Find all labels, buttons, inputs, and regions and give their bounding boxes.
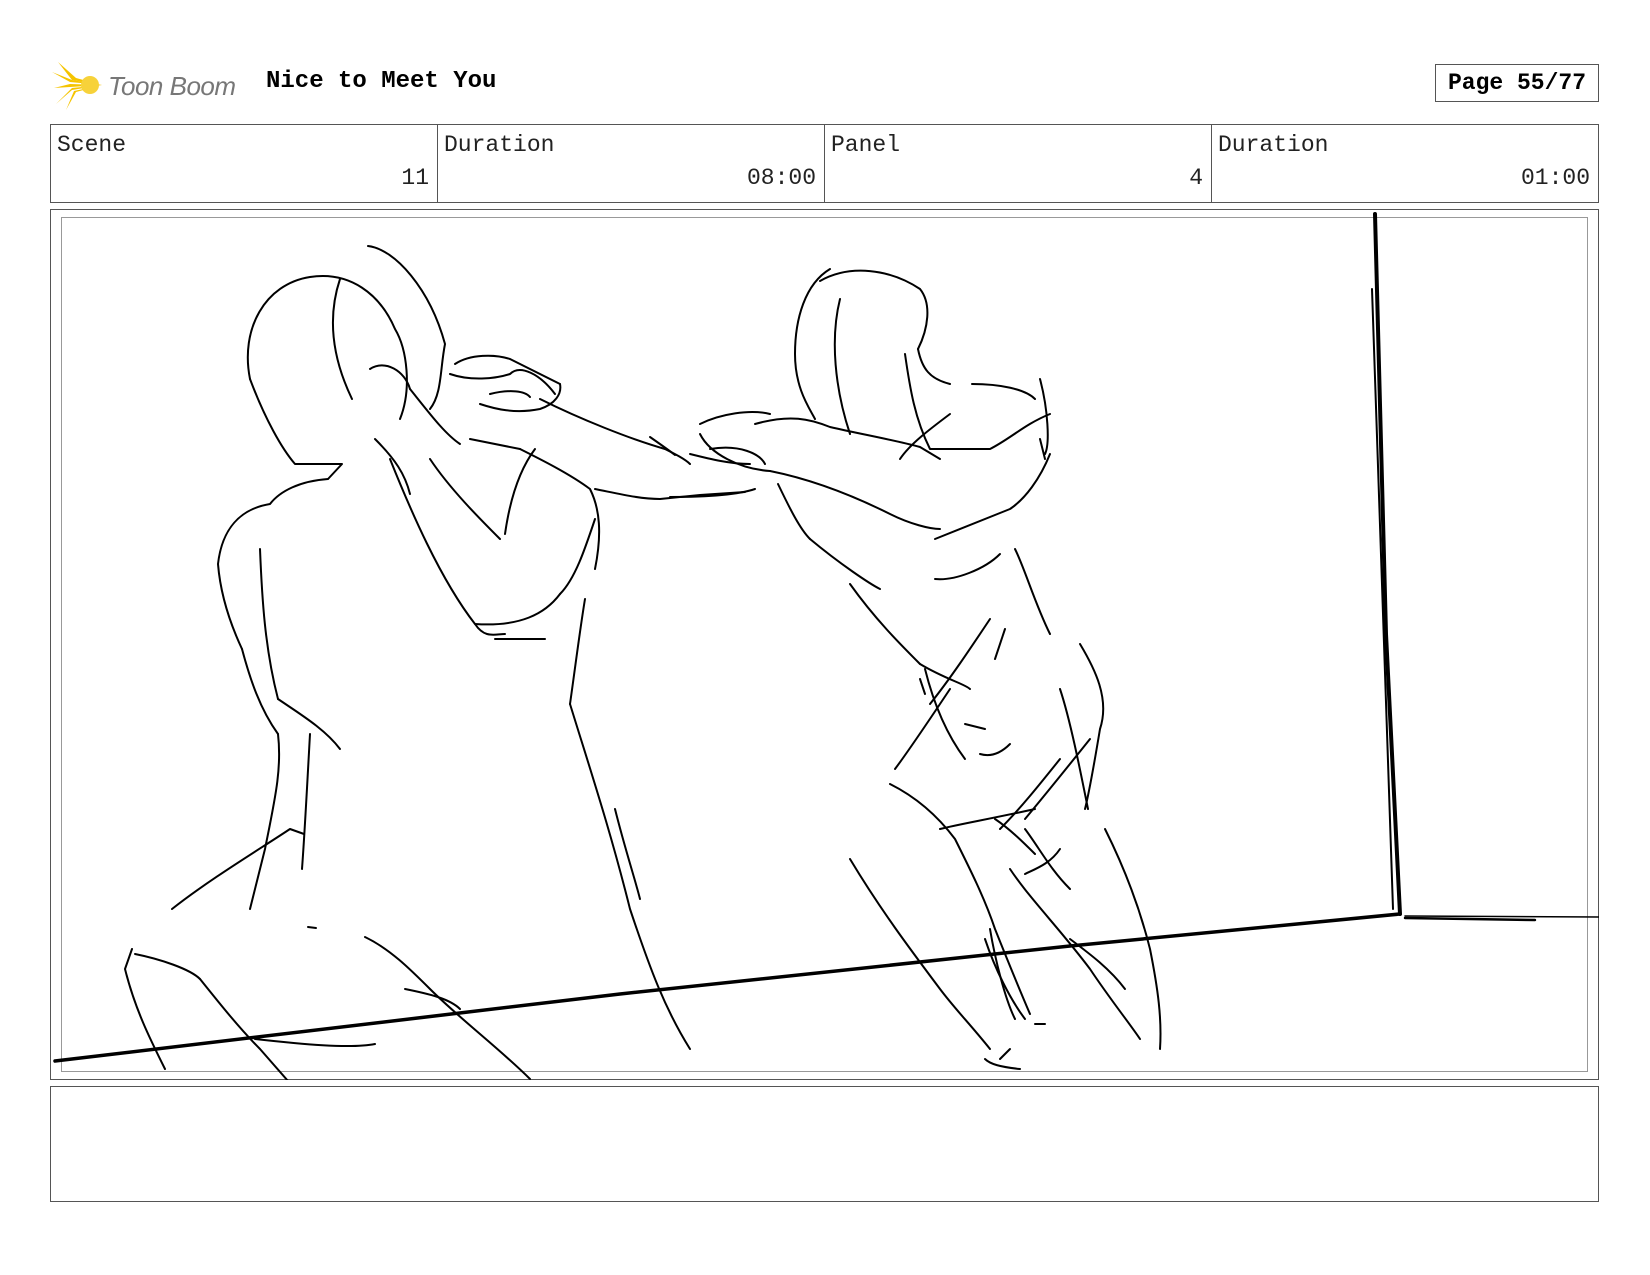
left-figure xyxy=(124,245,746,1080)
scene-duration-label: Duration xyxy=(444,132,555,158)
panel-duration-value: 01:00 xyxy=(1520,165,1590,191)
panel-value: 4 xyxy=(1189,165,1203,191)
panel-duration-label: Duration xyxy=(1218,132,1329,158)
toon-boom-logo: Toon Boom xyxy=(52,58,252,112)
starburst-icon xyxy=(52,62,102,110)
notes-box xyxy=(50,1086,1599,1202)
project-title: Nice to Meet You xyxy=(266,68,497,95)
logo-wordmark: Toon Boom xyxy=(108,71,236,101)
storyboard-sketch xyxy=(53,212,1599,1080)
scene-value: 11 xyxy=(401,165,429,191)
panel-duration-cell: Duration 01:00 xyxy=(1212,125,1598,202)
wall-corner xyxy=(1373,212,1402,916)
info-row: Scene 11 Duration 08:00 Panel 4 Duration… xyxy=(50,124,1599,203)
panel-cell: Panel 4 xyxy=(825,125,1212,202)
right-figure xyxy=(669,268,1162,1070)
page-counter: Page 55/77 xyxy=(1435,64,1599,102)
scene-duration-value: 08:00 xyxy=(746,165,816,191)
panel-label: Panel xyxy=(831,132,901,158)
scene-cell: Scene 11 xyxy=(51,125,438,202)
scene-duration-cell: Duration 08:00 xyxy=(438,125,825,202)
scene-label: Scene xyxy=(57,132,127,158)
floor-line-right xyxy=(1404,915,1599,918)
